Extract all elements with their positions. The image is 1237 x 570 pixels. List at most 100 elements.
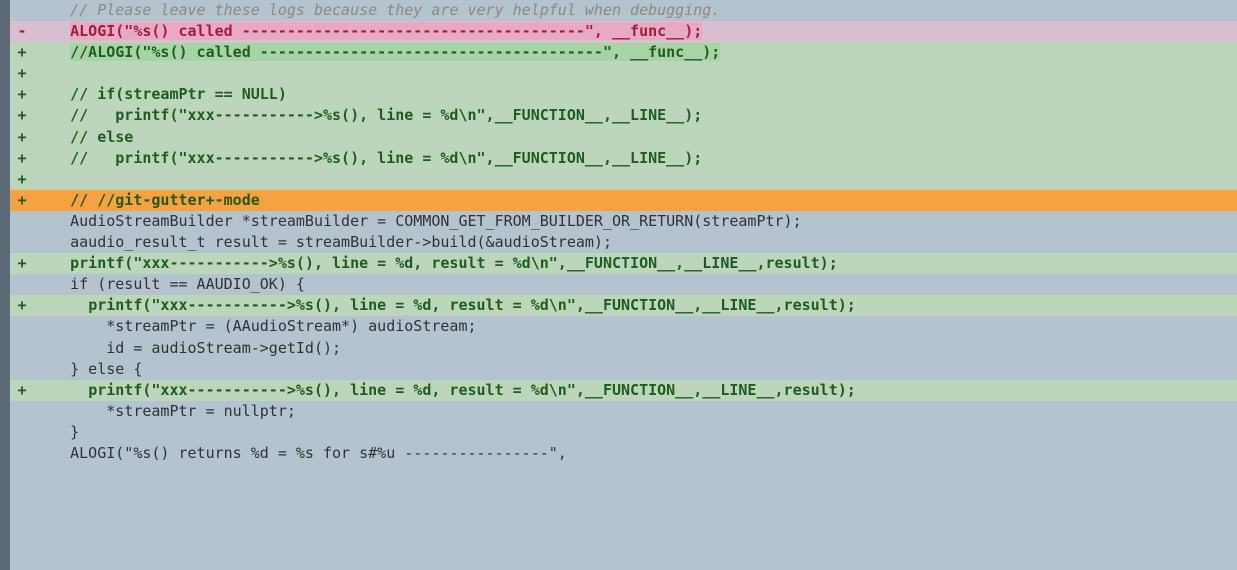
indent [34,402,106,420]
gutter-cell: + [10,148,34,169]
code-text: } else { [70,360,142,378]
gutter-cell [10,359,34,380]
gutter-cell: + [10,380,34,401]
gutter-cell [10,0,34,21]
indent [34,233,70,251]
diff-line[interactable]: + printf("xxx----------->%s(), line = %d… [10,295,1237,316]
code-cell [34,169,1237,190]
code-cell: // Please leave these logs because they … [34,0,1237,21]
indent [34,275,70,293]
indent [34,106,70,124]
code-cell: } else { [34,359,1237,380]
indent [34,128,70,146]
diff-line[interactable]: if (result == AAUDIO_OK) { [10,274,1237,295]
code-cell [34,63,1237,84]
code-cell: printf("xxx----------->%s(), line = %d, … [34,380,1237,401]
code-text: // else [70,128,133,146]
gutter-cell: + [10,253,34,274]
indent [34,22,70,40]
indent [34,191,70,209]
code-cell: if (result == AAUDIO_OK) { [34,274,1237,295]
indent [34,43,70,61]
diff-line[interactable]: ALOGI("%s() returns %d = %s for s#%u ---… [10,443,1237,464]
code-text: id = audioStream->getId(); [106,339,341,357]
indent [34,296,88,314]
code-text: AudioStreamBuilder *streamBuilder = COMM… [70,212,802,230]
code-cell: // printf("xxx----------->%s(), line = %… [34,148,1237,169]
gutter-cell: + [10,42,34,63]
diff-line[interactable]: - ALOGI("%s() called -------------------… [10,21,1237,42]
code-text: } [70,423,79,441]
indent [34,149,70,167]
indent [34,423,70,441]
gutter-cell: + [10,190,34,211]
gutter-cell: + [10,63,34,84]
gutter-cell [10,232,34,253]
diff-line[interactable]: + printf("xxx----------->%s(), line = %d… [10,380,1237,401]
code-cell: // printf("xxx----------->%s(), line = %… [34,105,1237,126]
gutter-cell [10,338,34,359]
diff-line[interactable]: + // printf("xxx----------->%s(), line =… [10,105,1237,126]
diff-editor: // Please leave these logs because they … [0,0,1237,570]
diff-line[interactable]: + [10,63,1237,84]
code-cell: //ALOGI("%s() called -------------------… [34,42,1237,63]
diff-line[interactable]: + // if(streamPtr == NULL) [10,84,1237,105]
indent [34,444,70,462]
indent [34,360,70,378]
gutter-cell: + [10,127,34,148]
code-cell: printf("xxx----------->%s(), line = %d, … [34,295,1237,316]
code-text: printf("xxx----------->%s(), line = %d, … [88,296,856,314]
diff-line[interactable]: + // printf("xxx----------->%s(), line =… [10,148,1237,169]
diff-line[interactable]: aaudio_result_t result = streamBuilder->… [10,232,1237,253]
gutter-cell [10,443,34,464]
code-cell: // if(streamPtr == NULL) [34,84,1237,105]
gutter-cell [10,422,34,443]
code-text: // printf("xxx----------->%s(), line = %… [70,149,702,167]
code-text: // Please leave these logs because they … [70,1,720,19]
indent [34,339,106,357]
code-cell: *streamPtr = (AAudioStream*) audioStream… [34,316,1237,337]
indent [34,381,88,399]
gutter-cell [10,316,34,337]
diff-line[interactable]: + // //git-gutter+-mode [10,190,1237,211]
diff-line[interactable]: } [10,422,1237,443]
code-cell: } [34,422,1237,443]
code-cell: id = audioStream->getId(); [34,338,1237,359]
gutter-cell: + [10,105,34,126]
gutter-cell [10,211,34,232]
indent [34,1,70,19]
fringe-bar [0,0,10,570]
diff-line[interactable]: + //ALOGI("%s() called -----------------… [10,42,1237,63]
code-cell: printf("xxx----------->%s(), line = %d, … [34,253,1237,274]
diff-line[interactable]: + // else [10,127,1237,148]
diff-line[interactable]: *streamPtr = nullptr; [10,401,1237,422]
code-text: // //git-gutter+-mode [70,191,260,209]
diff-line[interactable]: + [10,169,1237,190]
code-text: ALOGI("%s() called ---------------------… [70,22,702,40]
code-cell: ALOGI("%s() called ---------------------… [34,21,1237,42]
gutter-cell: + [10,169,34,190]
diff-line[interactable]: // Please leave these logs because they … [10,0,1237,21]
diff-line[interactable]: *streamPtr = (AAudioStream*) audioStream… [10,316,1237,337]
code-cell: // //git-gutter+-mode [34,190,1237,211]
code-text: //ALOGI("%s() called -------------------… [70,43,720,61]
code-cell: aaudio_result_t result = streamBuilder->… [34,232,1237,253]
diff-line[interactable]: } else { [10,359,1237,380]
code-cell: *streamPtr = nullptr; [34,401,1237,422]
diff-line[interactable]: AudioStreamBuilder *streamBuilder = COMM… [10,211,1237,232]
code-text: if (result == AAUDIO_OK) { [70,275,305,293]
diff-line[interactable]: id = audioStream->getId(); [10,338,1237,359]
gutter-cell [10,401,34,422]
indent [34,317,106,335]
gutter-cell: - [10,21,34,42]
code-area[interactable]: // Please leave these logs because they … [10,0,1237,570]
code-text: printf("xxx----------->%s(), line = %d, … [70,254,838,272]
diff-line[interactable]: + printf("xxx----------->%s(), line = %d… [10,253,1237,274]
gutter-cell [10,274,34,295]
code-cell: AudioStreamBuilder *streamBuilder = COMM… [34,211,1237,232]
code-text: aaudio_result_t result = streamBuilder->… [70,233,612,251]
indent [34,254,70,272]
code-text: // printf("xxx----------->%s(), line = %… [70,106,702,124]
code-text: // if(streamPtr == NULL) [70,85,287,103]
code-cell: // else [34,127,1237,148]
